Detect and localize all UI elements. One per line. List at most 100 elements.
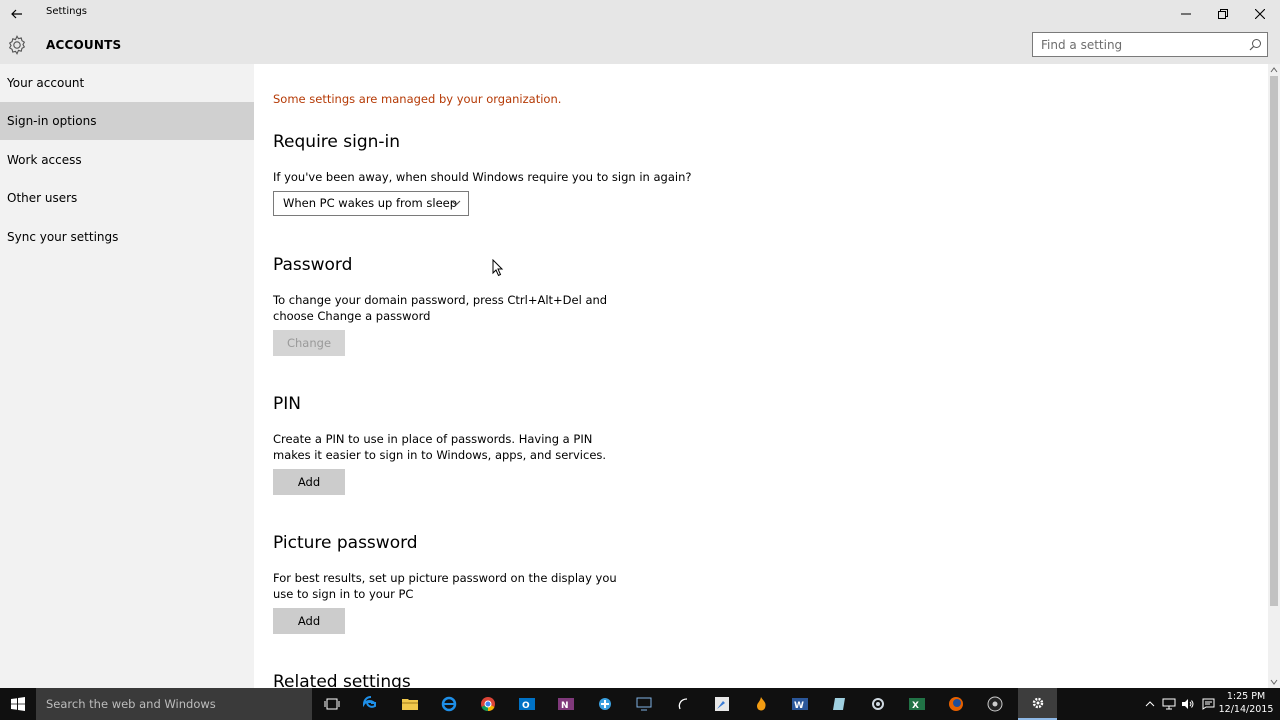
- start-button[interactable]: [0, 688, 36, 720]
- require-signin-heading: Require sign-in: [273, 132, 401, 152]
- taskbar-paint[interactable]: [702, 688, 741, 720]
- taskbar-word[interactable]: W: [780, 688, 819, 720]
- section-title: ACCOUNTS: [46, 38, 122, 52]
- svg-text:W: W: [794, 701, 804, 711]
- password-heading: Password: [273, 255, 353, 275]
- gear-icon: [8, 35, 26, 55]
- curve-icon: [678, 698, 687, 710]
- pin-heading: PIN: [273, 394, 301, 414]
- pin-description: Create a PIN to use in place of password…: [273, 432, 607, 462]
- find-setting-search[interactable]: [1032, 32, 1268, 57]
- back-button[interactable]: [0, 0, 34, 27]
- taskbar-firefox[interactable]: [936, 688, 975, 720]
- settings-gear-icon: [1032, 697, 1043, 709]
- ie-icon: [441, 696, 456, 712]
- show-hidden-icons[interactable]: [1142, 696, 1158, 712]
- taskbar-file-explorer[interactable]: [390, 688, 429, 720]
- require-signin-question: If you've been away, when should Windows…: [273, 170, 692, 184]
- svg-text:X: X: [912, 701, 919, 711]
- require-signin-dropdown[interactable]: When PC wakes up from sleep: [273, 191, 469, 216]
- add-pin-button[interactable]: Add: [273, 469, 345, 495]
- sidebar-item-your-account[interactable]: Your account: [0, 64, 254, 102]
- window-title: Settings: [46, 6, 88, 17]
- task-view-icon: [324, 698, 339, 710]
- picture-password-heading: Picture password: [273, 533, 418, 553]
- minimize-button[interactable]: [1167, 0, 1204, 27]
- firefox-icon: [948, 697, 963, 711]
- managed-notice: Some settings are managed by your organi…: [273, 92, 562, 106]
- word-icon: W: [791, 698, 808, 711]
- excel-icon: X: [908, 698, 925, 711]
- back-arrow-icon: [11, 9, 22, 18]
- search-input[interactable]: [1033, 33, 1238, 56]
- search-icon: [1249, 39, 1261, 51]
- taskbar-excel[interactable]: X: [897, 688, 936, 720]
- dropdown-value: When PC wakes up from sleep: [283, 196, 458, 210]
- clock-date: 12/14/2015: [1218, 704, 1274, 715]
- add-picture-password-button[interactable]: Add: [273, 608, 345, 634]
- taskbar-settings[interactable]: [1018, 688, 1057, 720]
- taskbar-search-input[interactable]: [36, 688, 306, 720]
- flame-icon: [756, 697, 766, 711]
- restore-button[interactable]: [1204, 0, 1241, 27]
- taskbar-edge[interactable]: [351, 688, 390, 720]
- close-button[interactable]: [1241, 0, 1278, 27]
- app-blue-icon: [598, 698, 611, 710]
- change-password-button[interactable]: Change: [273, 330, 345, 356]
- tray-action-center[interactable]: [1200, 696, 1216, 712]
- taskbar-chrome[interactable]: [468, 688, 507, 720]
- close-icon: [1254, 8, 1265, 19]
- sidebar: Your account Sign-in options Work access…: [0, 64, 254, 688]
- chrome-icon: [480, 697, 495, 712]
- picture-password-description: For best results, set up picture passwor…: [273, 571, 617, 601]
- mouse-cursor-icon: [492, 259, 504, 277]
- folder-icon: [401, 699, 418, 710]
- volume-icon: [1182, 699, 1194, 709]
- edge-icon: [362, 696, 376, 708]
- gear-app-icon: [871, 698, 884, 710]
- taskbar-outlook[interactable]: O: [507, 688, 546, 720]
- scroll-up-icon[interactable]: [1268, 64, 1280, 76]
- paint-icon: [714, 697, 729, 711]
- outlook-icon: O: [518, 698, 535, 711]
- scroll-down-icon[interactable]: [1268, 676, 1280, 688]
- main-content: Some settings are managed by your organi…: [254, 64, 1268, 688]
- title-bar: Settings: [0, 0, 1280, 27]
- scroll-thumb[interactable]: [1270, 76, 1278, 606]
- clock-time: 1:25 PM: [1226, 691, 1266, 702]
- taskbar-firefox-dev[interactable]: [741, 688, 780, 720]
- task-view-button[interactable]: [312, 688, 351, 720]
- taskbar-clock[interactable]: 1:25 PM 12/14/2015: [1216, 690, 1276, 716]
- sidebar-item-other-users[interactable]: Other users: [0, 179, 254, 217]
- sidebar-item-work-access[interactable]: Work access: [0, 141, 254, 179]
- minimize-icon: [1180, 13, 1191, 14]
- tray-volume[interactable]: [1180, 696, 1196, 712]
- taskbar-obs[interactable]: [975, 688, 1014, 720]
- sidebar-item-sign-in-options[interactable]: Sign-in options: [0, 102, 254, 140]
- restore-icon: [1217, 8, 1228, 19]
- header-bar: ACCOUNTS: [0, 27, 1280, 64]
- password-description: To change your domain password, press Ct…: [273, 293, 608, 323]
- obs-icon: [987, 696, 1002, 712]
- taskbar-edge-alt[interactable]: [429, 688, 468, 720]
- notification-icon: [1202, 698, 1214, 710]
- tablet-icon: [832, 698, 845, 710]
- taskbar: O N W X: [0, 688, 1280, 720]
- chevron-down-icon: [451, 200, 461, 206]
- tray-network[interactable]: [1161, 696, 1177, 712]
- network-icon: [1162, 698, 1176, 710]
- taskbar-remote-desktop[interactable]: [624, 688, 663, 720]
- taskbar-onenote[interactable]: N: [546, 688, 585, 720]
- onenote-icon: N: [557, 698, 574, 711]
- sidebar-item-sync-settings[interactable]: Sync your settings: [0, 218, 254, 256]
- remote-desktop-icon: [636, 697, 651, 711]
- chevron-up-icon: [1145, 701, 1155, 707]
- taskbar-tablet-app[interactable]: [819, 688, 858, 720]
- svg-text:N: N: [561, 701, 569, 711]
- taskbar-app-blue[interactable]: [585, 688, 624, 720]
- taskbar-gear-app[interactable]: [858, 688, 897, 720]
- vertical-scrollbar[interactable]: [1268, 64, 1280, 688]
- related-settings-heading: Related settings: [273, 672, 411, 688]
- taskbar-search[interactable]: [36, 688, 312, 720]
- taskbar-curve-app[interactable]: [663, 688, 702, 720]
